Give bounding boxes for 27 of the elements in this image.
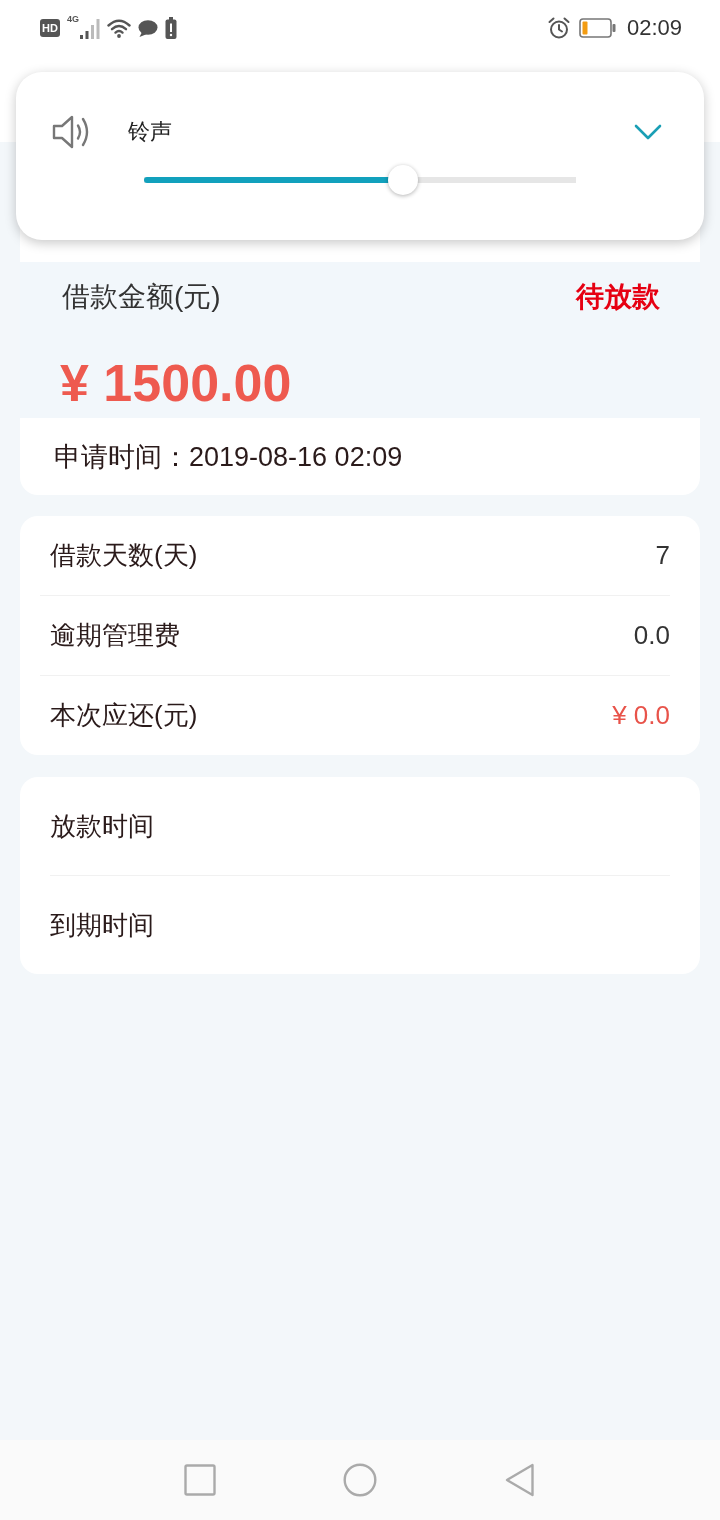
chat-bubble-icon <box>137 19 158 37</box>
row-value: 7 <box>655 540 670 571</box>
back-icon[interactable] <box>505 1463 535 1497</box>
row-value: ¥ 0.0 <box>612 700 670 731</box>
clock-time: 02:09 <box>626 15 682 41</box>
row-label: 本次应还(元) <box>50 699 198 732</box>
apply-time: 申请时间：2019-08-16 02:09 <box>54 440 403 474</box>
battery-icon <box>578 18 616 38</box>
circle-icon[interactable] <box>343 1463 377 1497</box>
row-label: 逾期管理费 <box>50 619 180 652</box>
alarm-clock-icon <box>547 17 570 39</box>
chevron-down-icon[interactable] <box>634 123 662 141</box>
wifi-icon <box>106 18 131 38</box>
loan-amount: ¥ 1500.00 <box>60 353 292 413</box>
loan-status: 待放款 <box>576 280 660 314</box>
slider-thumb[interactable] <box>388 165 419 195</box>
signal-icon <box>79 19 100 39</box>
amount-label: 借款金额(元) <box>62 280 221 314</box>
hd-badge: HD <box>40 19 60 37</box>
battery-alert-icon <box>164 17 177 39</box>
row-label: 借款天数(天) <box>50 539 198 572</box>
network-type: 4G <box>66 14 79 24</box>
square-icon[interactable] <box>184 1464 216 1496</box>
volume-label: 铃声 <box>128 118 173 146</box>
row-value: 0.0 <box>633 620 670 651</box>
row-label: 到期时间 <box>50 908 154 942</box>
row-label: 放款时间 <box>50 809 154 843</box>
